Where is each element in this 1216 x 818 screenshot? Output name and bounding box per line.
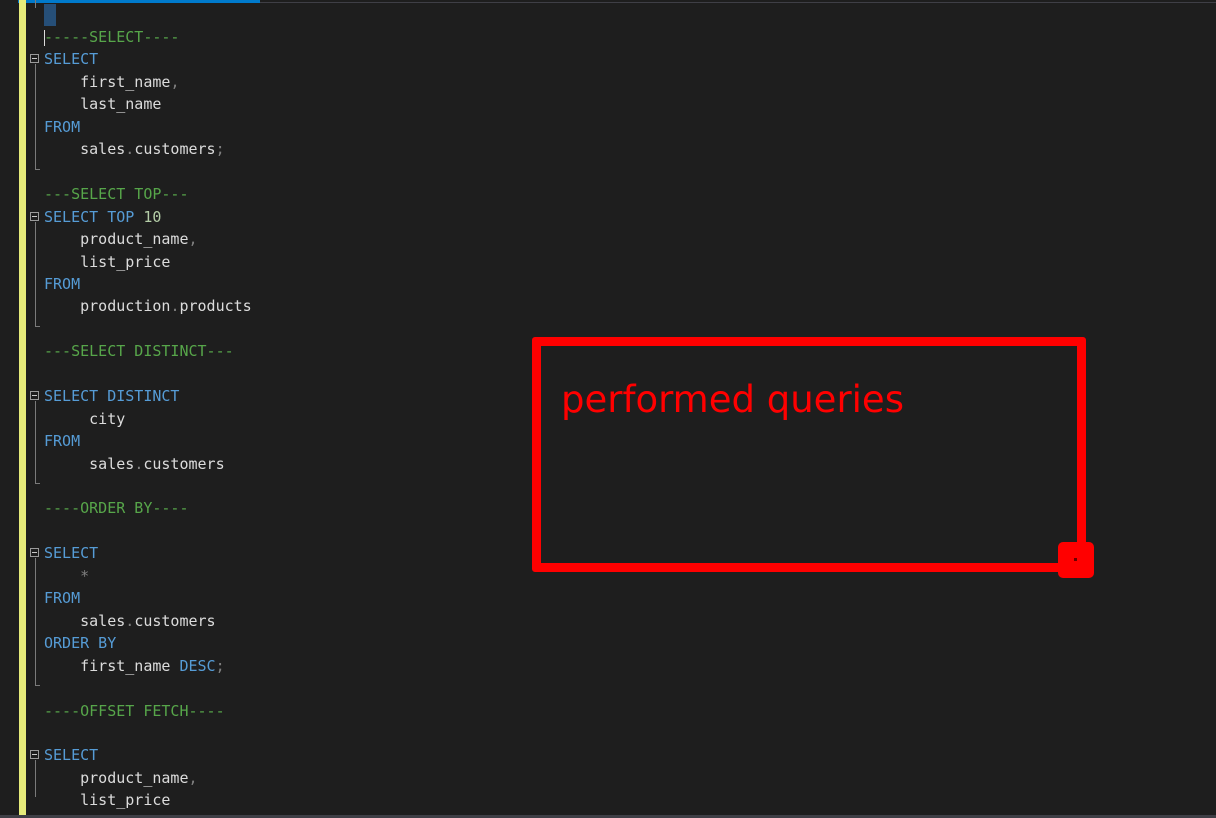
sql-identifier: product_name xyxy=(44,768,189,787)
code-line[interactable]: ORDER BY xyxy=(44,632,116,654)
code-line[interactable]: ----OFFSET FETCH---- xyxy=(44,700,225,722)
code-line[interactable]: sales.customers xyxy=(44,610,216,632)
sql-operator: , xyxy=(170,72,180,91)
sql-identifier: customers xyxy=(143,454,225,473)
collapse-region-icon[interactable] xyxy=(30,211,39,221)
sql-identifier: sales xyxy=(44,454,135,473)
sql-keyword: SELECT DISTINCT xyxy=(44,387,180,406)
code-line[interactable]: SELECT xyxy=(44,744,98,766)
sql-operator: ; xyxy=(215,656,225,675)
code-line[interactable]: SELECT DISTINCT xyxy=(44,385,179,407)
fold-guide-line xyxy=(35,221,36,326)
annotation-label: performed queries xyxy=(561,378,904,421)
sql-comment: ---SELECT TOP--- xyxy=(44,185,189,204)
sql-keyword: FROM xyxy=(44,432,81,451)
sql-identifier: sales xyxy=(44,140,126,159)
code-line[interactable]: SELECT xyxy=(44,48,98,70)
sql-comment: ---SELECT DISTINCT--- xyxy=(44,342,234,361)
editor-margin xyxy=(0,0,18,818)
code-line[interactable]: SELECT xyxy=(44,542,98,564)
fold-guide-line xyxy=(35,760,36,798)
code-line[interactable]: last_name xyxy=(44,93,161,115)
sql-operator: . xyxy=(125,140,135,159)
code-line[interactable]: FROM xyxy=(44,116,80,138)
fold-guide-line xyxy=(35,401,36,483)
sql-keyword: SELECT xyxy=(44,50,99,69)
sql-operator: , xyxy=(188,768,198,787)
sql-keyword: SELECT xyxy=(44,544,99,563)
fold-guide-end xyxy=(35,325,40,327)
annotation-resize-handle[interactable] xyxy=(1058,542,1094,578)
code-line[interactable]: SELECT TOP 10 xyxy=(44,206,161,228)
collapse-region-icon[interactable] xyxy=(30,54,39,64)
sql-identifier: customers xyxy=(134,611,216,630)
code-line[interactable]: city xyxy=(44,408,125,430)
fold-guide-line xyxy=(35,64,36,169)
code-line[interactable]: first_name, xyxy=(44,71,179,93)
sql-comment: ----ORDER BY---- xyxy=(44,499,189,518)
code-line[interactable]: sales.customers; xyxy=(44,138,225,160)
sql-operator: , xyxy=(188,230,198,249)
code-line[interactable]: production.products xyxy=(44,295,252,317)
annotation-rectangle xyxy=(532,337,1086,572)
code-line[interactable]: first_name DESC; xyxy=(44,655,225,677)
fold-guide-line xyxy=(35,0,36,8)
fold-guide-line xyxy=(35,558,36,686)
sql-identifier: production xyxy=(44,297,171,316)
code-line[interactable]: product_name, xyxy=(44,228,198,250)
sql-operator: * xyxy=(44,566,90,585)
code-line[interactable]: list_price xyxy=(44,251,170,273)
sql-keyword: SELECT TOP xyxy=(44,207,144,226)
code-line[interactable]: * xyxy=(44,565,89,587)
code-line[interactable]: FROM xyxy=(44,430,80,452)
sql-keyword: DESC xyxy=(179,656,216,675)
sql-identifier: products xyxy=(179,297,252,316)
code-line[interactable]: ----ORDER BY---- xyxy=(44,497,189,519)
change-tracking-bar xyxy=(19,0,26,818)
text-caret xyxy=(44,30,45,46)
code-line[interactable]: product_name, xyxy=(44,767,198,789)
sql-operator: . xyxy=(125,611,135,630)
sql-operator: ; xyxy=(215,140,225,159)
code-line[interactable]: list_price xyxy=(44,789,170,811)
sql-operator: . xyxy=(134,454,144,473)
sql-identifier: last_name xyxy=(44,95,162,114)
code-line[interactable]: FROM xyxy=(44,587,80,609)
sql-keyword: ORDER BY xyxy=(44,634,117,653)
code-line[interactable]: -----SELECT---- xyxy=(44,26,179,48)
fold-guide-end xyxy=(35,168,40,170)
sql-identifier: first_name xyxy=(44,72,171,91)
sql-number: 10 xyxy=(143,207,162,226)
sql-identifier: customers xyxy=(134,140,216,159)
sql-identifier: list_price xyxy=(44,791,171,810)
collapse-region-icon[interactable] xyxy=(30,750,39,760)
sql-keyword: FROM xyxy=(44,274,81,293)
sql-comment: ----OFFSET FETCH---- xyxy=(44,701,225,720)
sql-identifier: list_price xyxy=(44,252,171,271)
sql-comment: -----SELECT---- xyxy=(44,28,180,46)
sql-keyword: FROM xyxy=(44,589,81,608)
sql-identifier: product_name xyxy=(44,230,189,249)
sql-identifier: first_name xyxy=(44,656,180,675)
code-line[interactable]: ---SELECT DISTINCT--- xyxy=(44,340,234,362)
sql-identifier: city xyxy=(44,409,126,428)
code-line[interactable]: FROM xyxy=(44,273,80,295)
code-line[interactable]: ---SELECT TOP--- xyxy=(44,183,189,205)
sql-identifier: sales xyxy=(44,611,126,630)
code-line[interactable]: sales.customers xyxy=(44,453,225,475)
fold-guide-end xyxy=(35,483,40,484)
sql-keyword: SELECT xyxy=(44,746,99,765)
fold-guide-end xyxy=(35,685,40,687)
sql-keyword: FROM xyxy=(44,117,81,136)
collapse-region-icon[interactable] xyxy=(30,548,39,558)
collapse-region-icon[interactable] xyxy=(30,391,39,401)
